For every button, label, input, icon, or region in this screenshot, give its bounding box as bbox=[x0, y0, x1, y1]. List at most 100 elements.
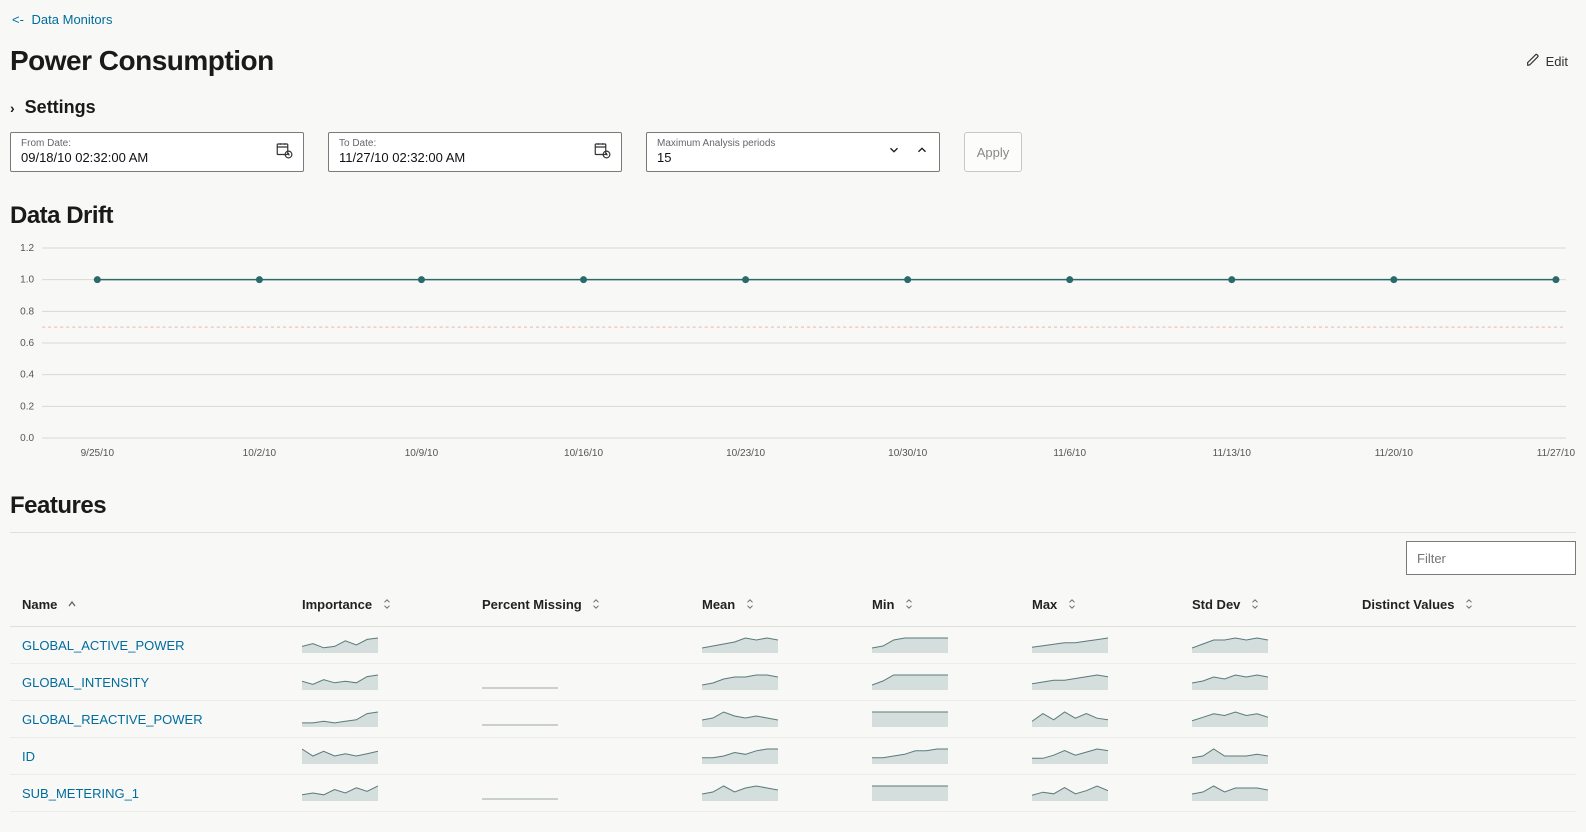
max-spark bbox=[1020, 738, 1180, 775]
min-spark bbox=[860, 775, 1020, 812]
settings-label: Settings bbox=[25, 97, 96, 118]
col-stddev[interactable]: Std Dev bbox=[1180, 583, 1350, 627]
col-name[interactable]: Name bbox=[10, 583, 290, 627]
pct-missing-spark bbox=[470, 738, 690, 775]
min-spark bbox=[860, 664, 1020, 701]
feature-name-cell: SUB_METERING_1 bbox=[10, 775, 290, 812]
filter-input[interactable] bbox=[1406, 541, 1576, 575]
chevron-down-icon[interactable] bbox=[887, 143, 901, 160]
svg-text:0.0: 0.0 bbox=[20, 433, 34, 444]
feature-name-cell: GLOBAL_REACTIVE_POWER bbox=[10, 701, 290, 738]
calendar-clock-icon[interactable] bbox=[593, 141, 611, 162]
importance-spark bbox=[290, 627, 470, 664]
col-importance[interactable]: Importance bbox=[290, 583, 470, 627]
col-min[interactable]: Min bbox=[860, 583, 1020, 627]
importance-spark bbox=[290, 701, 470, 738]
mean-spark bbox=[690, 738, 860, 775]
feature-link[interactable]: ID bbox=[22, 749, 35, 764]
to-date-value: 11/27/10 02:32:00 AM bbox=[339, 150, 465, 165]
min-spark bbox=[860, 701, 1020, 738]
svg-text:0.6: 0.6 bbox=[20, 338, 34, 349]
edit-button[interactable]: Edit bbox=[1518, 49, 1576, 74]
min-spark bbox=[860, 738, 1020, 775]
stddev-spark bbox=[1180, 738, 1350, 775]
svg-text:10/2/10: 10/2/10 bbox=[243, 448, 277, 459]
distinct-cell bbox=[1350, 627, 1576, 664]
svg-text:10/16/10: 10/16/10 bbox=[564, 448, 603, 459]
importance-spark bbox=[290, 738, 470, 775]
max-spark bbox=[1020, 664, 1180, 701]
mean-spark bbox=[690, 701, 860, 738]
breadcrumb-label: Data Monitors bbox=[32, 12, 113, 27]
max-periods-field[interactable]: Maximum Analysis periods 15 bbox=[646, 132, 940, 172]
feature-name-cell: GLOBAL_INTENSITY bbox=[10, 664, 290, 701]
features-table: Name Importance Percent Missing Mean Min bbox=[10, 583, 1576, 812]
svg-text:10/9/10: 10/9/10 bbox=[405, 448, 439, 459]
svg-text:11/6/10: 11/6/10 bbox=[1053, 448, 1086, 459]
from-date-field[interactable]: From Date: 09/18/10 02:32:00 AM bbox=[10, 132, 304, 172]
stddev-spark bbox=[1180, 701, 1350, 738]
col-mean[interactable]: Mean bbox=[690, 583, 860, 627]
to-date-label: To Date: bbox=[339, 138, 465, 149]
sort-icon bbox=[745, 599, 755, 612]
calendar-clock-icon[interactable] bbox=[275, 141, 293, 162]
mean-spark bbox=[690, 775, 860, 812]
table-row: GLOBAL_ACTIVE_POWER bbox=[10, 627, 1576, 664]
sort-icon bbox=[904, 599, 914, 612]
stddev-spark bbox=[1180, 775, 1350, 812]
pct-missing-spark bbox=[470, 775, 690, 812]
max-spark bbox=[1020, 701, 1180, 738]
distinct-cell bbox=[1350, 738, 1576, 775]
svg-text:9/25/10: 9/25/10 bbox=[81, 448, 115, 459]
chevron-right-icon: › bbox=[10, 100, 15, 116]
sort-icon bbox=[1464, 599, 1474, 612]
page-title: Power Consumption bbox=[10, 45, 274, 77]
settings-toggle[interactable]: › Settings bbox=[10, 97, 1576, 118]
sort-icon bbox=[382, 599, 392, 612]
sort-icon bbox=[1067, 599, 1077, 612]
importance-spark bbox=[290, 664, 470, 701]
distinct-cell bbox=[1350, 775, 1576, 812]
feature-link[interactable]: GLOBAL_REACTIVE_POWER bbox=[22, 712, 203, 727]
from-date-value: 09/18/10 02:32:00 AM bbox=[21, 150, 148, 165]
col-max[interactable]: Max bbox=[1020, 583, 1180, 627]
distinct-cell bbox=[1350, 701, 1576, 738]
sort-icon bbox=[591, 599, 601, 612]
min-spark bbox=[860, 627, 1020, 664]
svg-text:0.2: 0.2 bbox=[20, 401, 34, 412]
to-date-field[interactable]: To Date: 11/27/10 02:32:00 AM bbox=[328, 132, 622, 172]
breadcrumb-back[interactable]: <- Data Monitors bbox=[10, 8, 1576, 35]
svg-text:0.4: 0.4 bbox=[20, 370, 34, 381]
feature-name-cell: ID bbox=[10, 738, 290, 775]
mean-spark bbox=[690, 664, 860, 701]
distinct-cell bbox=[1350, 664, 1576, 701]
apply-label: Apply bbox=[977, 145, 1010, 160]
svg-text:11/13/10: 11/13/10 bbox=[1213, 448, 1252, 459]
pct-missing-spark bbox=[470, 701, 690, 738]
section-data-drift: Data Drift bbox=[10, 202, 1576, 230]
max-spark bbox=[1020, 775, 1180, 812]
arrow-left-icon: <- bbox=[12, 12, 24, 27]
svg-text:1.2: 1.2 bbox=[20, 243, 34, 254]
stddev-spark bbox=[1180, 627, 1350, 664]
col-distinct[interactable]: Distinct Values bbox=[1350, 583, 1576, 627]
feature-link[interactable]: GLOBAL_ACTIVE_POWER bbox=[22, 638, 185, 653]
pct-missing-spark bbox=[470, 664, 690, 701]
table-row: GLOBAL_REACTIVE_POWER bbox=[10, 701, 1576, 738]
stddev-spark bbox=[1180, 664, 1350, 701]
svg-text:11/20/10: 11/20/10 bbox=[1375, 448, 1414, 459]
svg-text:11/27/10: 11/27/10 bbox=[1537, 448, 1576, 459]
feature-link[interactable]: GLOBAL_INTENSITY bbox=[22, 675, 149, 690]
table-row: GLOBAL_INTENSITY bbox=[10, 664, 1576, 701]
sort-asc-icon bbox=[67, 599, 77, 612]
chevron-up-icon[interactable] bbox=[915, 143, 929, 160]
sort-icon bbox=[1250, 599, 1260, 612]
col-pct-missing[interactable]: Percent Missing bbox=[470, 583, 690, 627]
section-features: Features bbox=[10, 492, 1576, 520]
apply-button[interactable]: Apply bbox=[964, 132, 1022, 172]
svg-text:0.8: 0.8 bbox=[20, 306, 34, 317]
feature-link[interactable]: SUB_METERING_1 bbox=[22, 786, 139, 801]
drift-chart: 0.00.20.40.60.81.01.29/25/1010/2/1010/9/… bbox=[10, 242, 1576, 462]
mean-spark bbox=[690, 627, 860, 664]
max-spark bbox=[1020, 627, 1180, 664]
